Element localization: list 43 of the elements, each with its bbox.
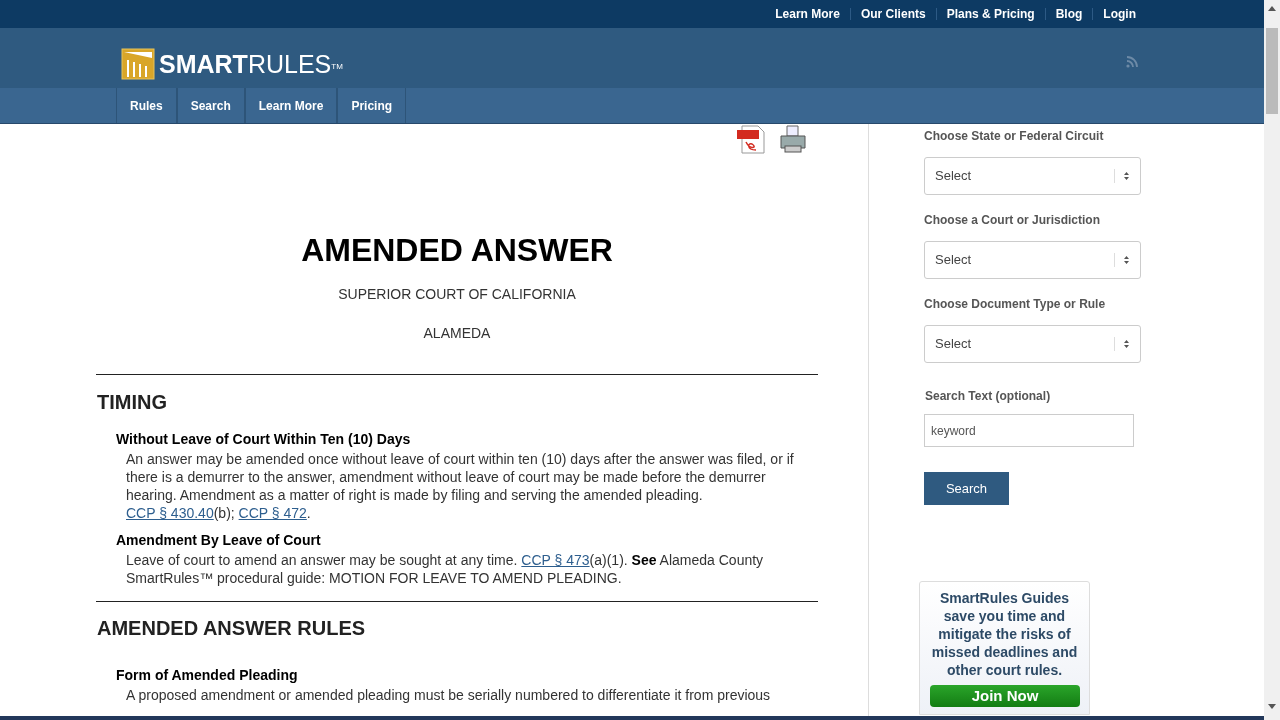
citation-link[interactable]: CCP § 430.40: [126, 505, 214, 521]
logo-icon: [121, 48, 155, 80]
top-link[interactable]: Our Clients: [850, 5, 936, 23]
rule-text: An answer may be amended once without leave of court within ten (10) days after the answer was filed, or if there is a demurrer to the answer, amendment without leave of court may be made before the demurrer hearing. Amendment as a matter of right is made by filing and serving the amended pleading. CCP § 430.40(b); CCP § 472.: [126, 450, 795, 522]
logo-text[interactable]: SMARTRULES$^{TM}$: [159, 51, 343, 77]
field-label: Choose Document Type or Rule: [924, 296, 1107, 313]
select-arrows-icon: [1123, 171, 1130, 181]
top-link[interactable]: Login: [1093, 5, 1146, 23]
nav-tab[interactable]: Search: [176, 88, 245, 123]
rule-text: Leave of court to amend an answer may be sought at any time. CCP § 473(a)(1). See Alameda County SmartRules™ procedural guide: MOTION FOR LEAVE TO AMEND PLEADING.: [126, 551, 765, 587]
rule-heading: Amendment By Leave of Court: [116, 531, 322, 550]
section-heading: TIMING: [97, 390, 168, 415]
citation-link[interactable]: CCP § 473: [521, 552, 590, 568]
field-label: Choose a Court or Jurisdiction: [924, 212, 1101, 229]
printer-icon[interactable]: [778, 124, 808, 154]
citation-link[interactable]: CCP § 472: [238, 505, 307, 521]
nav-tab[interactable]: Rules: [116, 88, 177, 123]
rule-heading: Without Leave of Court Within Ten (10) Days: [116, 430, 412, 449]
nav-tab[interactable]: Pricing: [337, 88, 407, 123]
rule-text: A proposed amendment or amended pleading must be serially numbered to differentiate it from previous: [126, 686, 772, 704]
field-label: Choose State or Federal Circuit: [924, 128, 1105, 145]
scrollbar[interactable]: [1264, 0, 1280, 720]
pdf-icon[interactable]: [736, 124, 768, 154]
join-now-button[interactable]: Join Now: [930, 685, 1080, 707]
rule-heading: Form of Amended Pleading: [116, 666, 299, 685]
court-name: SUPERIOR COURT OF CALIFORNIA: [337, 285, 577, 304]
document-title: AMENDED ANSWER: [300, 234, 614, 266]
select-dropdown[interactable]: Select: [924, 241, 1141, 279]
top-link[interactable]: Plans & Pricing: [936, 5, 1045, 23]
search-field[interactable]: keyword: [924, 414, 1134, 447]
promo-text: SmartRules Guides save you time and mitigate the risks of missed deadlines and other court rules.: [930, 589, 1079, 679]
select-arrows-icon: [1123, 339, 1130, 349]
top-link[interactable]: Learn More: [765, 5, 850, 23]
select-dropdown[interactable]: Select: [924, 157, 1141, 195]
rss-icon[interactable]: [1126, 56, 1138, 68]
select-arrows-icon: [1123, 255, 1130, 265]
section-heading: AMENDED ANSWER RULES: [97, 616, 367, 641]
county-name: ALAMEDA: [422, 324, 492, 343]
select-dropdown[interactable]: Select: [924, 325, 1141, 363]
top-link[interactable]: Blog: [1045, 5, 1093, 23]
search-button[interactable]: Search: [924, 472, 1009, 505]
nav-tab[interactable]: Learn More: [244, 88, 338, 123]
field-label: Search Text (optional): [925, 388, 1052, 405]
